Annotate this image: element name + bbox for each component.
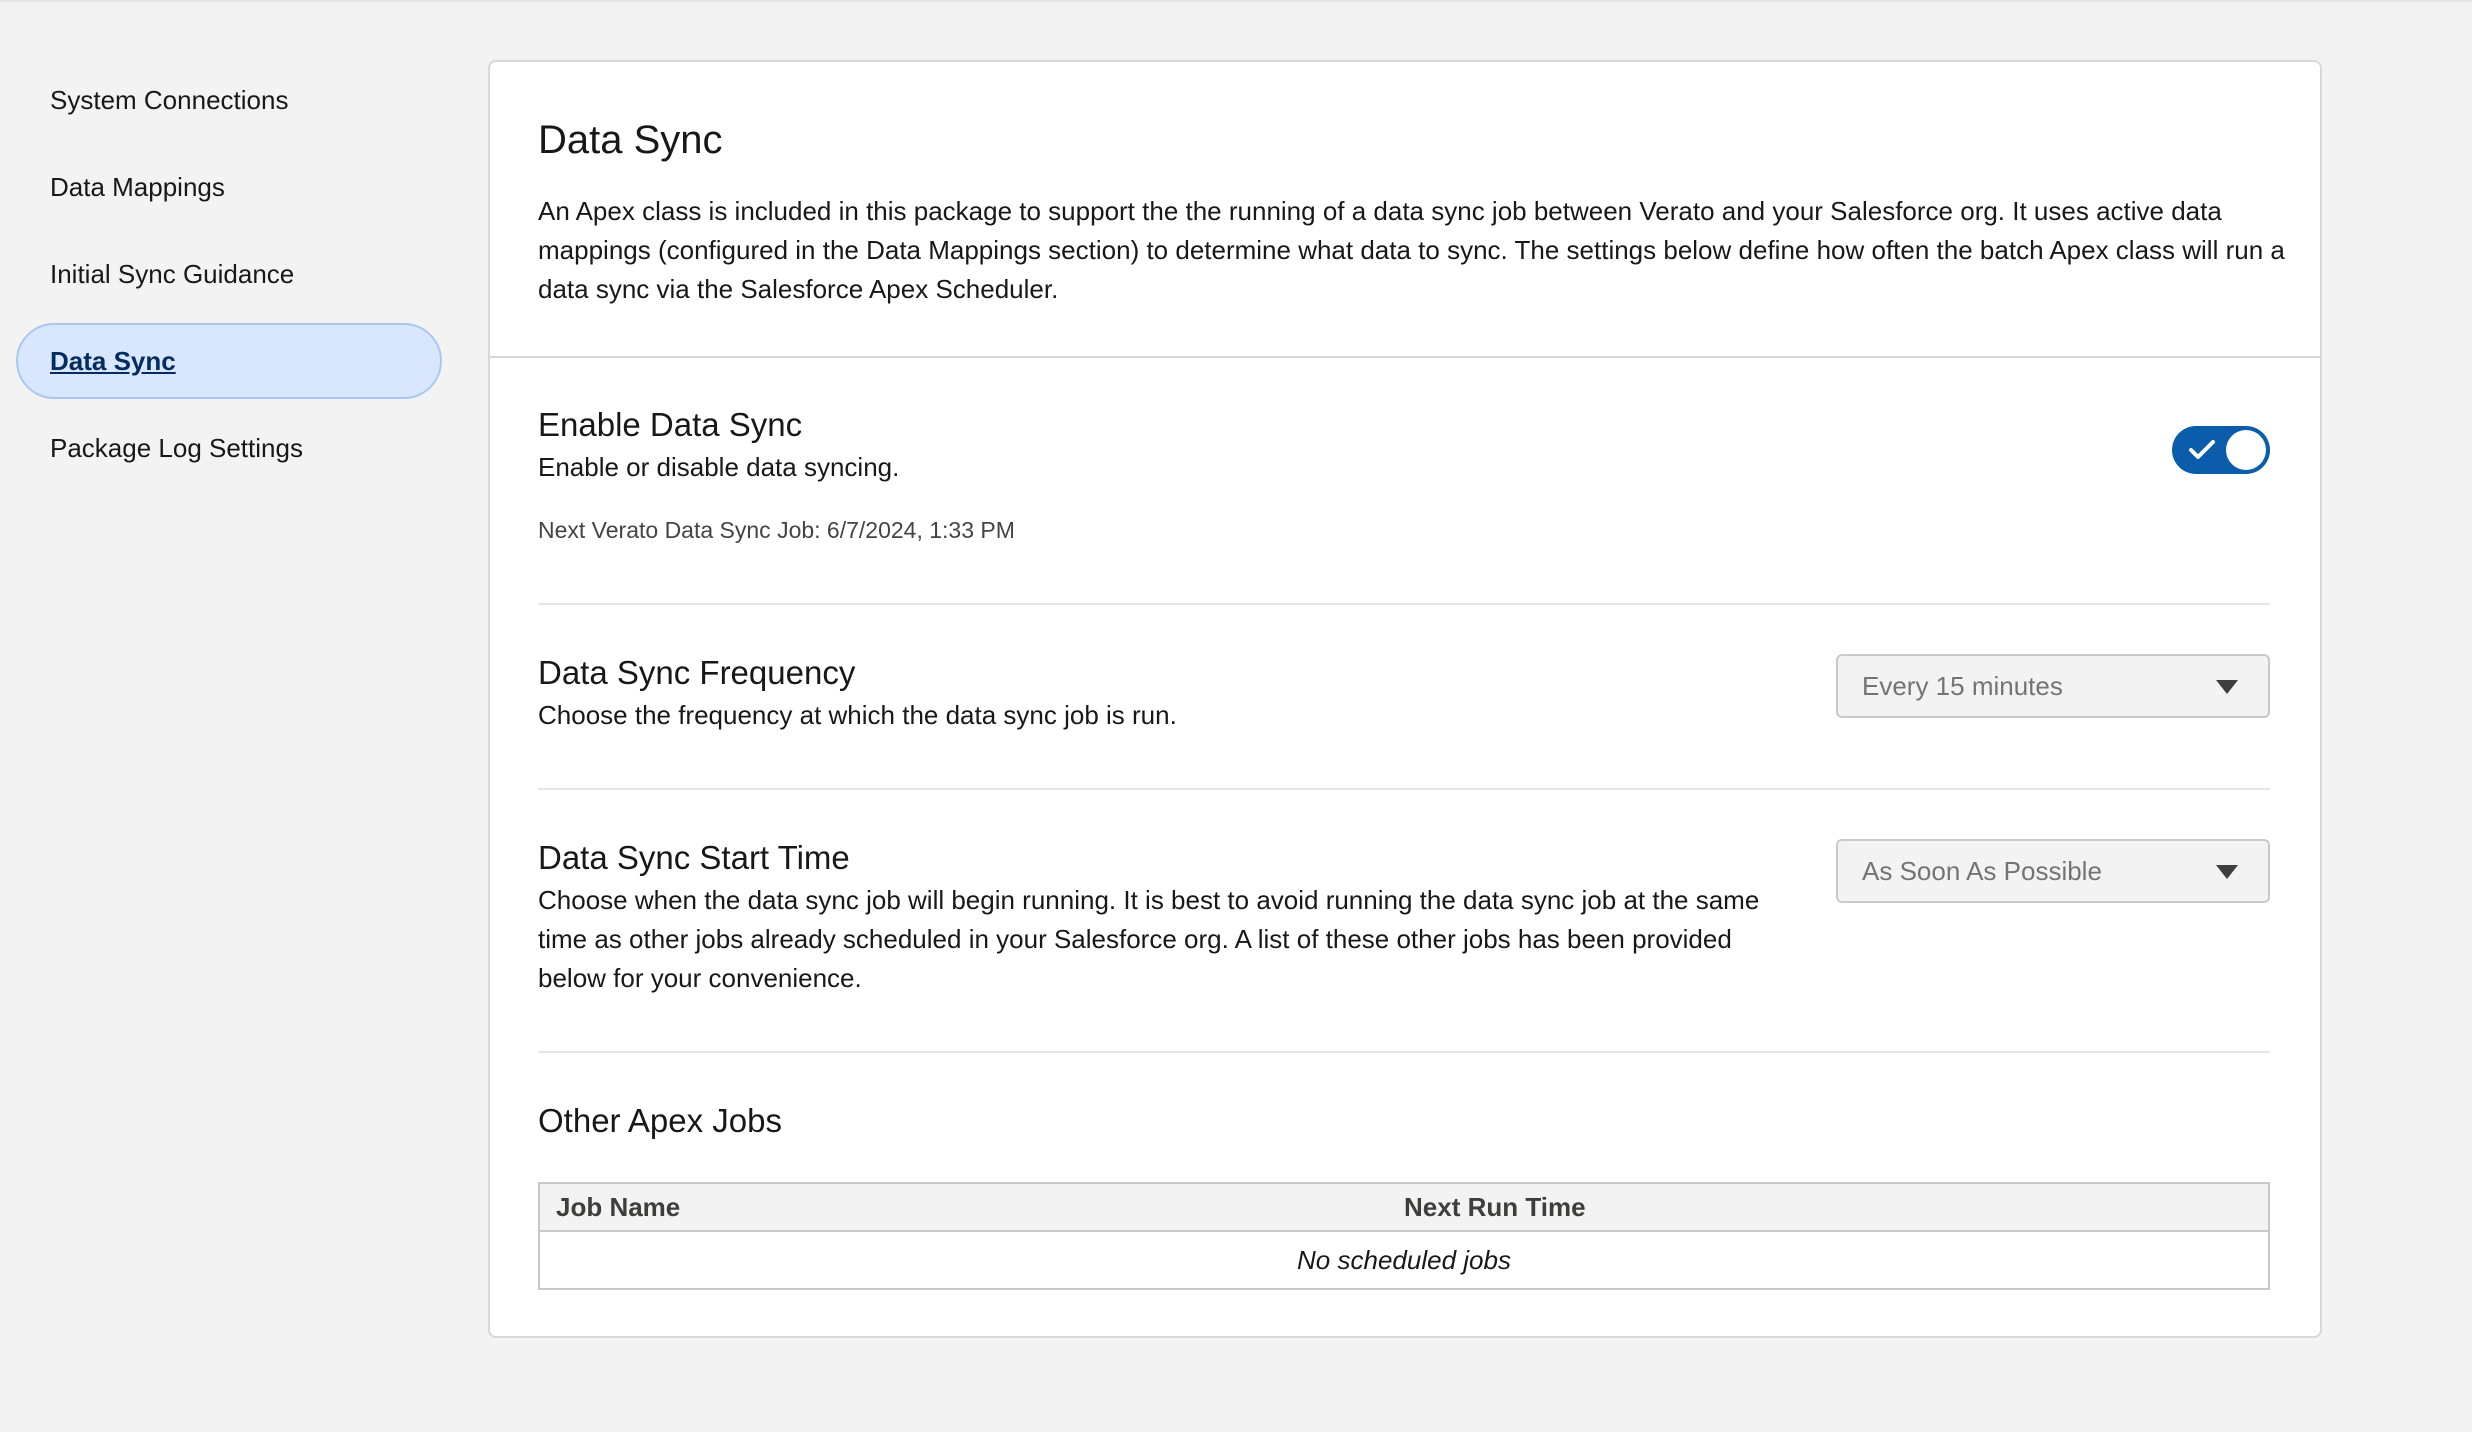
enable-sync-toggle[interactable]: [2172, 426, 2270, 474]
check-icon: [2189, 440, 2215, 459]
start-time-description: Choose when the data sync job will begin…: [538, 885, 1760, 993]
next-sync-job-text: Next Verato Data Sync Job: 6/7/2024, 1:3…: [538, 517, 1015, 543]
sidebar-item-data-mappings[interactable]: Data Mappings: [16, 149, 442, 225]
table-header-row: Job Name Next Run Time: [538, 1182, 2270, 1232]
page-description: An Apex class is included in this packag…: [538, 196, 2285, 304]
frequency-select-value: Every 15 minutes: [1862, 671, 2063, 701]
other-jobs-title: Other Apex Jobs: [538, 1102, 782, 1139]
section-divider: [538, 603, 2270, 605]
start-time-select-value: As Soon As Possible: [1862, 856, 2102, 886]
frequency-select[interactable]: Every 15 minutes: [1836, 654, 2270, 718]
enable-sync-section: Enable Data Sync Enable or disable data …: [538, 406, 2270, 576]
card-header: Data Sync An Apex class is included in t…: [490, 62, 2320, 358]
column-header-next-run-time[interactable]: Next Run Time: [1404, 1182, 2270, 1232]
data-sync-card: Data Sync An Apex class is included in t…: [488, 60, 2322, 1338]
settings-sidebar: System Connections Data Mappings Initial…: [16, 62, 442, 497]
enable-sync-title: Enable Data Sync: [538, 406, 803, 443]
frequency-section: Data Sync Frequency Choose the frequency…: [538, 654, 2270, 764]
sidebar-item-package-log-settings[interactable]: Package Log Settings: [16, 410, 442, 486]
enable-sync-description: Enable or disable data syncing.: [538, 452, 900, 482]
caret-down-icon: [2216, 680, 2238, 694]
sidebar-item-system-connections[interactable]: System Connections: [16, 62, 442, 138]
other-jobs-table: Job Name Next Run Time No scheduled jobs: [538, 1182, 2270, 1290]
toggle-knob: [2226, 430, 2266, 470]
caret-down-icon: [2216, 865, 2238, 879]
sidebar-item-initial-sync-guidance[interactable]: Initial Sync Guidance: [16, 236, 442, 312]
empty-table-message: No scheduled jobs: [538, 1230, 2270, 1290]
section-divider: [538, 1051, 2270, 1053]
sidebar-item-data-sync[interactable]: Data Sync: [16, 323, 442, 399]
start-time-section: Data Sync Start Time Choose when the dat…: [538, 839, 2270, 1019]
start-time-select[interactable]: As Soon As Possible: [1836, 839, 2270, 903]
column-header-job-name[interactable]: Job Name: [538, 1182, 1404, 1232]
top-border: [0, 0, 2472, 2]
section-divider: [538, 788, 2270, 790]
page-title: Data Sync: [538, 118, 723, 162]
other-jobs-section: Other Apex Jobs: [538, 1102, 2270, 1152]
table-row: No scheduled jobs: [538, 1230, 2270, 1290]
